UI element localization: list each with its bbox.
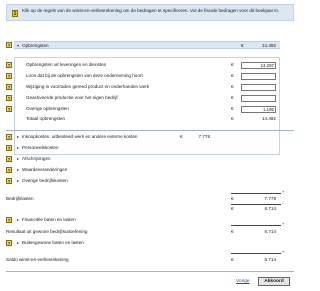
instruction-notice: 1 Klik op de regels van de winst-en-verl…	[6, 4, 294, 21]
currency-symbol: €	[231, 62, 234, 67]
bedrijfsresultaat-value: 6.714	[264, 206, 277, 211]
overige-bedrijfskosten-label[interactable]: Overige bedrijfskosten	[22, 178, 68, 184]
loon-input[interactable]	[241, 72, 276, 80]
expand-right-icon[interactable]	[17, 146, 19, 149]
expand-down-icon	[17, 45, 19, 47]
currency-symbol: €	[231, 206, 234, 211]
expand-right-icon[interactable]	[17, 168, 19, 171]
help-icon[interactable]: ?	[6, 156, 12, 162]
instruction-text: Klik op de regels van de winst-en-verlie…	[22, 8, 280, 13]
afschrijvingen-label[interactable]: Afschrijvingen	[22, 156, 51, 162]
currency-symbol: €	[231, 229, 234, 234]
section-divider	[6, 130, 294, 131]
overige-opbrengsten-input[interactable]: 1.195	[241, 105, 276, 113]
inkoopkosten-value: 7.778	[198, 134, 211, 139]
step-number-badge: 1	[12, 10, 18, 17]
help-icon[interactable]: ?	[6, 167, 12, 173]
opbrengsten-row-label: Wijziging in voorraden gereed product en…	[26, 84, 150, 89]
accept-button[interactable]: Akkoord	[258, 277, 290, 286]
help-icon[interactable]: ?	[6, 95, 12, 101]
opbrengsten-header-bar[interactable]: Opbrengsten € 14.492	[14, 41, 280, 49]
plus-sign: +	[282, 189, 285, 194]
help-icon[interactable]: ?	[6, 62, 12, 68]
totaal-opbrengsten-value: 14.492	[261, 116, 276, 121]
currency-symbol: €	[241, 43, 244, 48]
sum-rule	[231, 253, 281, 254]
help-icon[interactable]: ?	[6, 73, 12, 79]
plus-sign: +	[282, 221, 285, 226]
expand-right-icon[interactable]	[17, 241, 19, 244]
currency-symbol: €	[231, 95, 234, 100]
help-icon[interactable]: ?	[6, 42, 12, 48]
sum-rule	[231, 225, 281, 226]
currency-symbol: €	[231, 106, 234, 111]
sum-rule	[231, 193, 281, 194]
currency-symbol: €	[231, 116, 234, 121]
expand-right-icon[interactable]	[17, 218, 19, 221]
opbrengsten-row-label: Overige opbrengsten	[26, 106, 69, 111]
saldo-label: Saldo winst-en-verliesrekening	[6, 257, 69, 262]
inkoopkosten-label[interactable]: Inkoopkosten, uitbesteed werk en andere …	[22, 134, 137, 140]
help-icon[interactable]: ?	[6, 240, 12, 246]
opbrengsten-row-label: Loon dat bij de opbrengsten van deze ond…	[26, 73, 143, 78]
leveringen-diensten-input[interactable]: 13.297	[241, 61, 276, 69]
opbrengsten-value: 14.492	[261, 43, 276, 48]
opbrengsten-row-label: Geactiveerde productie voor het eigen be…	[26, 95, 118, 100]
help-icon[interactable]: ?	[6, 134, 12, 140]
financiele-baten-lasten-label[interactable]: Financiële baten en lasten	[22, 217, 76, 223]
totaal-opbrengsten-label: Totaal opbrengsten	[26, 116, 66, 121]
help-icon[interactable]: ?	[6, 178, 12, 184]
currency-symbol: €	[231, 257, 234, 262]
footer-divider	[6, 271, 294, 272]
expand-right-icon[interactable]	[17, 179, 19, 182]
currency-symbol: €	[231, 84, 234, 89]
currency-symbol: €	[231, 196, 234, 201]
plus-sign: +	[282, 249, 285, 254]
currency-symbol: €	[231, 73, 234, 78]
previous-link[interactable]: Vorige	[236, 279, 250, 285]
buitengewone-baten-lasten-label[interactable]: Buitengewone baten en lasten	[22, 240, 84, 246]
geactiveerde-productie-input[interactable]	[241, 94, 276, 102]
minus-sign: -	[282, 200, 284, 205]
expand-right-icon[interactable]	[17, 157, 19, 160]
wijziging-voorraden-input[interactable]	[241, 83, 276, 91]
help-icon[interactable]: ?	[6, 145, 12, 151]
help-icon[interactable]: ?	[6, 84, 12, 90]
bedrijfslasten-value: 7.778	[264, 196, 277, 201]
sum-rule	[231, 204, 281, 205]
resultaat-value: 6.714	[264, 229, 277, 234]
help-icon[interactable]: ?	[6, 217, 12, 223]
resultaat-label: Resultaat uit gewone bedrijfsuitoefening	[6, 229, 88, 234]
personeelskosten-label[interactable]: Personeelskosten	[22, 145, 59, 151]
help-icon[interactable]: ?	[6, 106, 12, 112]
waardeveranderingen-label[interactable]: Waardeveranderingen	[22, 167, 67, 173]
opbrengsten-row-label: Opbrengsten uit leveringen en diensten	[26, 62, 107, 67]
expand-right-icon[interactable]	[17, 135, 19, 138]
bedrijfslasten-label: Bedrijfslasten	[6, 196, 34, 201]
saldo-value: 6.714	[264, 257, 277, 262]
opbrengsten-label: Opbrengsten	[22, 43, 49, 48]
